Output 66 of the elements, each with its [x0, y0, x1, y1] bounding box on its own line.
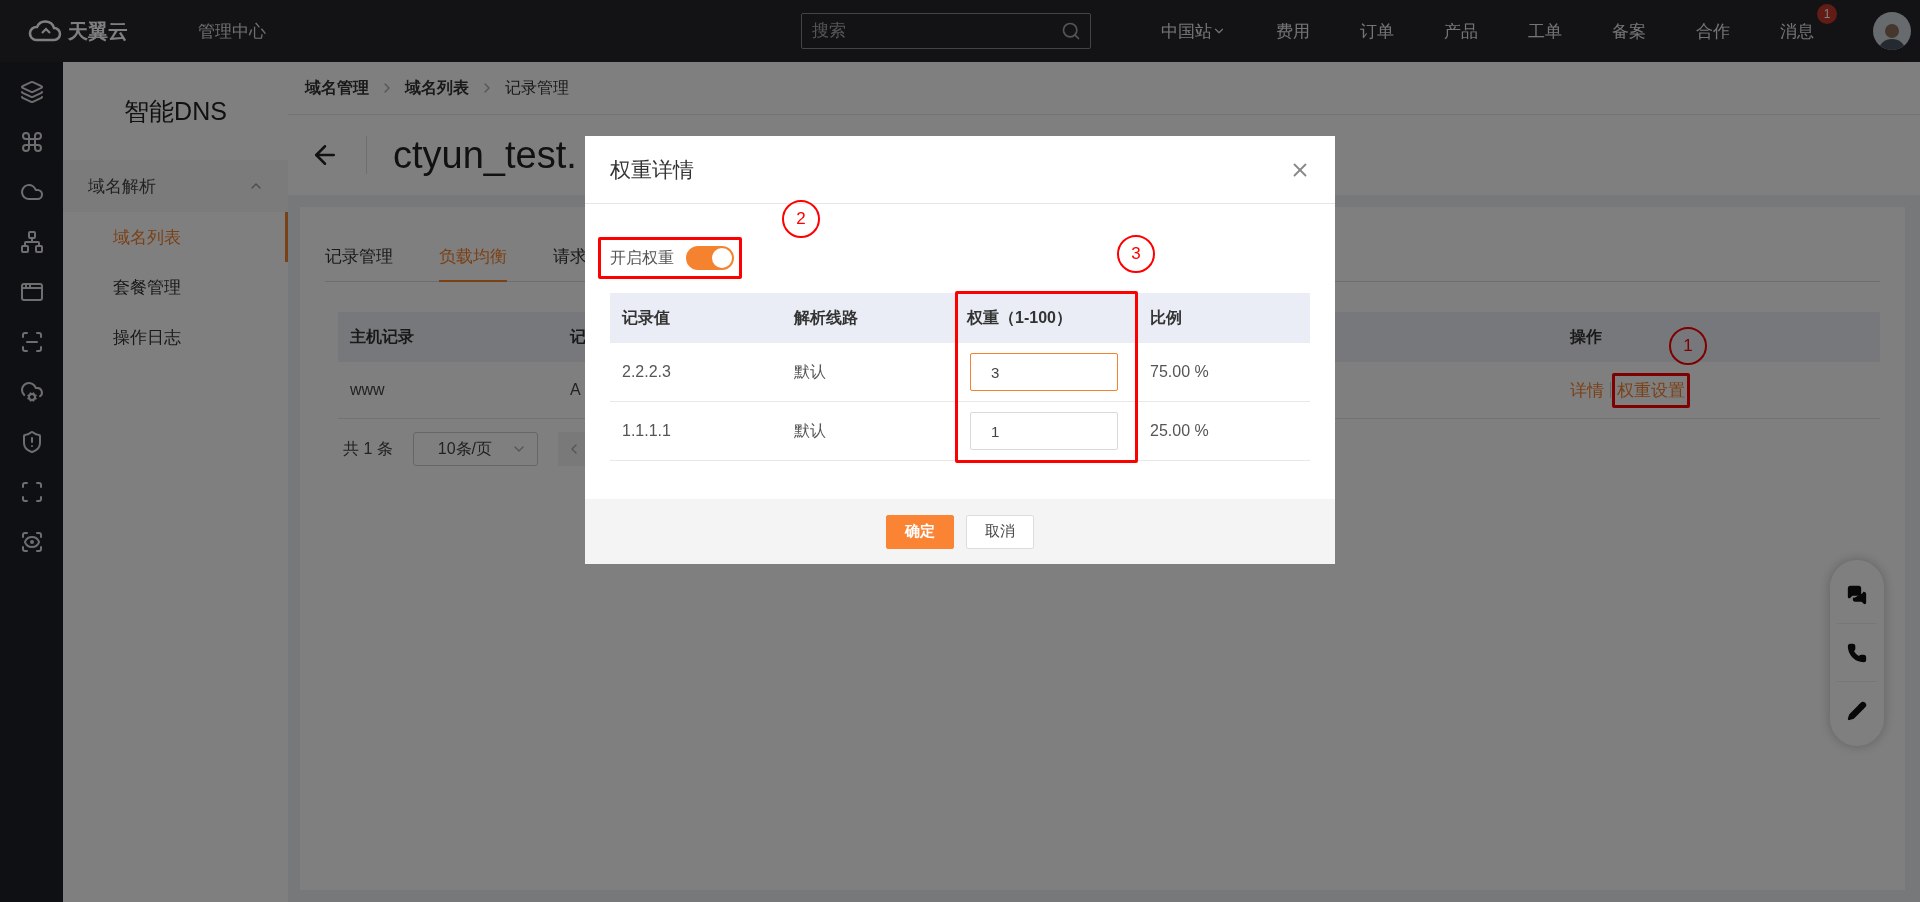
dialog-title: 权重详情 [610, 156, 694, 183]
breadcrumb-link[interactable]: 记录管理 [505, 77, 569, 99]
column-header: 主机记录 [350, 326, 414, 347]
pencil-icon [1847, 701, 1867, 721]
tab[interactable]: 请求 [553, 235, 587, 282]
table-cell-text: 75.00 % [1149, 363, 1210, 381]
total-count: 共 1 条 [343, 438, 393, 459]
cloud-icon[interactable] [19, 380, 44, 404]
column-header: 操作 [1570, 326, 1602, 347]
action-link[interactable]: 权重设置 [1617, 378, 1685, 402]
nav-link[interactable]: 费用 [1251, 19, 1335, 43]
breadcrumb-link[interactable]: 域名管理 [305, 77, 369, 99]
nav-link[interactable]: 产品 [1419, 19, 1503, 43]
nav-link[interactable]: 中国站 [1136, 19, 1251, 43]
column-header: 权重（1-100） [965, 307, 1073, 328]
weight-input[interactable]: 3 [970, 353, 1118, 391]
page-title: ctyun_test. [366, 136, 577, 174]
confirm-button[interactable]: 确定 [886, 514, 954, 549]
scan-eye-icon[interactable] [19, 530, 44, 554]
tab[interactable]: 负载均衡 [439, 235, 507, 282]
phone-icon [1847, 642, 1867, 663]
breadcrumb-link[interactable]: 域名列表 [405, 77, 469, 99]
annotation-number: 3 [1117, 235, 1155, 273]
tab[interactable]: 记录管理 [325, 235, 393, 282]
sidebar-item[interactable]: 操作日志 [63, 312, 288, 362]
logo-icon [28, 19, 62, 43]
column-header: 记录值 [620, 307, 671, 328]
search-icon[interactable] [1061, 21, 1081, 41]
table-cell: A [570, 381, 581, 399]
chat-icon [1847, 584, 1867, 605]
nav-link[interactable]: 备案 [1587, 19, 1671, 43]
product-title: 智能DNS [123, 95, 228, 127]
weight-input[interactable]: 1 [970, 412, 1118, 450]
table-cell-text: 25.00 % [1149, 422, 1210, 440]
layers-icon[interactable] [19, 80, 44, 104]
logo-text: 天翼云 [68, 18, 128, 44]
column-header: 比例 [1149, 307, 1183, 328]
cancel-button[interactable]: 取消 [966, 514, 1034, 549]
window-icon[interactable] [19, 280, 44, 304]
search-field[interactable]: 搜索 [801, 13, 1091, 49]
annotation-number: 2 [782, 200, 820, 238]
page-size-select[interactable]: 10条/页 [412, 432, 538, 466]
console-title: 管理中心 [198, 20, 266, 43]
table-cell: www [350, 381, 385, 399]
scan-icon[interactable] [19, 480, 44, 504]
network-icon[interactable] [19, 230, 44, 254]
count-badge: 1 [1817, 3, 1837, 24]
table-cell-text: 默认 [793, 361, 827, 382]
nav-link[interactable]: 合作 [1671, 19, 1755, 43]
nav-link[interactable]: 工单 [1503, 19, 1587, 43]
toggle-label: 开启权重 [610, 247, 674, 268]
sidebar-item[interactable]: 域名列表 [63, 212, 288, 262]
avatar[interactable] [1873, 12, 1911, 50]
sidebar-item[interactable]: 套餐管理 [63, 262, 288, 312]
table-cell-text: 1.1.1.1 [621, 422, 672, 440]
table-cell-text: 2.2.2.3 [621, 363, 672, 381]
annotation-number: 1 [1669, 326, 1707, 365]
column-header: 解析线路 [792, 307, 859, 328]
command-icon[interactable] [19, 130, 44, 154]
table-cell-text: 默认 [793, 420, 827, 441]
action-link[interactable]: 详情 [1570, 378, 1604, 402]
scan-icon[interactable] [19, 330, 44, 354]
menu-group[interactable]: 域名解析 [63, 160, 288, 212]
nav-link[interactable]: 订单 [1335, 19, 1419, 43]
column-header: 记 [570, 326, 586, 347]
weight-switch[interactable] [686, 246, 734, 270]
